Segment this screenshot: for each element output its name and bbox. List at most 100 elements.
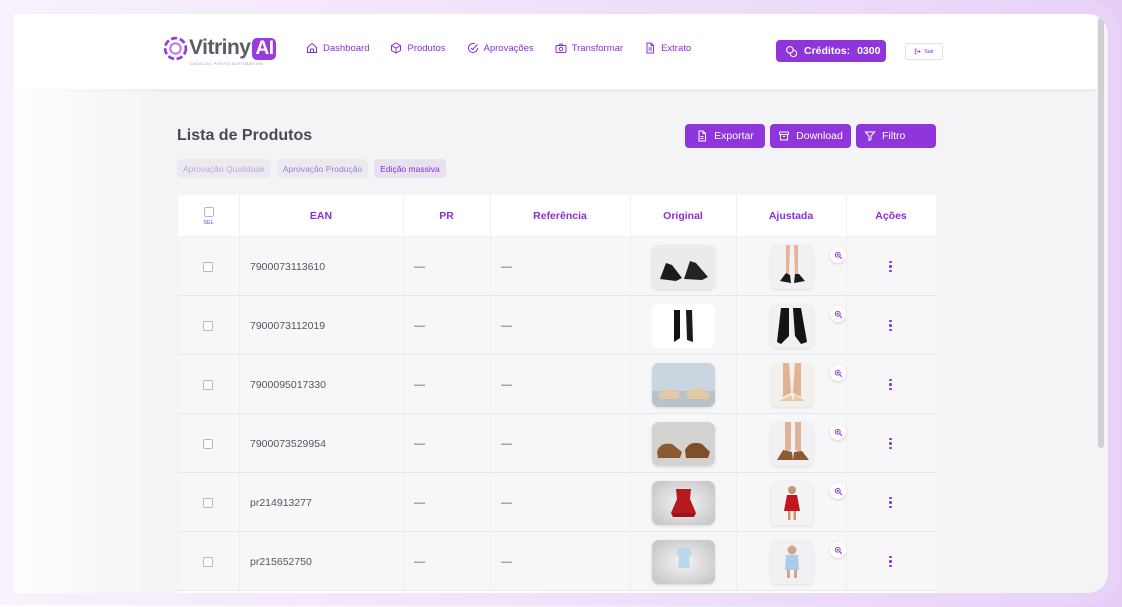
table-row[interactable]: pr214913277 — — (178, 473, 936, 532)
column-header-pr[interactable]: PR (403, 195, 490, 237)
nav-label: Transformar (571, 42, 624, 54)
original-image-cell (652, 473, 715, 532)
table-row[interactable]: 7900073112019 — — (178, 296, 936, 355)
row-checkbox[interactable] (203, 261, 213, 272)
top-header: Vitriny AI CATALOG PHOTO AUTOMATION Dashb… (14, 14, 1097, 90)
nav-item-produtos[interactable]: Produtos (390, 42, 446, 54)
adjusted-product-image[interactable] (771, 303, 813, 348)
column-header-ajustada[interactable]: Ajustada (736, 195, 846, 237)
export-button[interactable]: Exportar (685, 124, 765, 148)
logout-label: Sair (924, 48, 934, 55)
credits-badge[interactable]: Créditos: 0300 (776, 40, 886, 62)
more-options-icon[interactable] (889, 319, 892, 333)
row-checkbox[interactable] (203, 497, 213, 508)
pr-cell: — (414, 319, 425, 332)
original-product-image[interactable] (652, 362, 715, 407)
adjusted-product-image[interactable] (771, 244, 813, 289)
select-all-checkbox[interactable] (203, 206, 214, 217)
original-product-image[interactable] (652, 539, 715, 584)
nav-label: Produtos (407, 42, 446, 54)
original-image-cell (652, 532, 715, 591)
table-row[interactable]: 7900073529954 — — (178, 414, 936, 473)
original-product-image[interactable] (652, 421, 715, 466)
zoom-icon[interactable] (830, 306, 846, 322)
pr-cell: — (414, 378, 425, 391)
chip-aprovacao-producao[interactable]: Aprovação Produção (276, 159, 369, 178)
adjusted-image-cell (771, 414, 813, 473)
pr-cell: — (414, 437, 425, 450)
camera-icon (555, 43, 567, 53)
original-image-cell (652, 296, 715, 355)
column-divider (403, 195, 404, 593)
download-button[interactable]: Download (770, 124, 851, 148)
chip-aprovacao-qualidade[interactable]: Aprovação Qualidade (177, 159, 271, 178)
zoom-icon[interactable] (830, 424, 846, 440)
more-options-icon[interactable] (889, 496, 892, 510)
zoom-icon[interactable] (830, 247, 846, 263)
row-checkbox[interactable] (203, 320, 213, 331)
home-icon (307, 42, 317, 53)
archive-icon (779, 131, 790, 141)
nav-item-extrato[interactable]: Extrato (644, 42, 691, 54)
adjusted-product-image[interactable] (771, 362, 813, 407)
column-header-acoes[interactable]: Ações (846, 195, 936, 237)
column-divider (490, 195, 491, 593)
nav-label: Aprovações (483, 42, 534, 54)
filter-button[interactable]: Filtro (856, 124, 936, 148)
main-nav: Dashboard Produtos Aprovações Transforma… (306, 42, 691, 54)
reference-cell: — (501, 555, 512, 568)
zoom-icon[interactable] (830, 542, 846, 558)
table-header: SEL EAN PR Referência Original Ajustada … (178, 195, 936, 237)
check-circle-icon (467, 43, 478, 54)
ean-cell: 7900073112019 (250, 319, 326, 332)
row-actions-cell (889, 237, 892, 296)
original-product-image[interactable] (652, 244, 715, 289)
column-divider (846, 195, 847, 593)
vertical-scrollbar[interactable] (1098, 18, 1106, 588)
adjusted-product-image[interactable] (771, 421, 813, 466)
logout-icon (914, 48, 921, 55)
table-row[interactable]: 7900073113610 — — (178, 237, 936, 296)
column-header-original[interactable]: Original (630, 195, 736, 237)
original-product-image[interactable] (652, 303, 715, 348)
table-row[interactable]: 7900095017330 — — (178, 355, 936, 414)
more-options-icon[interactable] (889, 555, 892, 569)
brand-name: Vitriny AI (189, 36, 277, 60)
zoom-icon[interactable] (830, 365, 846, 381)
adjusted-product-image[interactable] (771, 480, 813, 525)
zoom-icon[interactable] (830, 483, 846, 499)
row-actions-cell (889, 296, 892, 355)
row-checkbox[interactable] (203, 438, 213, 449)
row-checkbox[interactable] (203, 379, 213, 390)
nav-label: Dashboard (323, 42, 370, 54)
nav-item-aprovacoes[interactable]: Aprovações (467, 42, 534, 54)
select-all-header: SEL (178, 195, 239, 237)
adjusted-product-image[interactable] (771, 539, 813, 584)
row-select-cell (203, 355, 213, 414)
adjusted-image-cell (771, 237, 813, 296)
more-options-icon[interactable] (889, 378, 892, 392)
nav-item-dashboard[interactable]: Dashboard (306, 42, 369, 54)
chip-edicao-massiva[interactable]: Edição massiva (374, 159, 446, 178)
box-icon (391, 42, 402, 54)
adjusted-image-cell (771, 355, 813, 414)
ean-cell: pr215652750 (250, 555, 312, 568)
original-product-image[interactable] (652, 480, 715, 525)
adjusted-image-cell (771, 473, 813, 532)
row-actions-cell (889, 473, 892, 532)
column-header-referencia[interactable]: Referência (490, 195, 630, 237)
more-options-icon[interactable] (889, 260, 892, 274)
row-actions-cell (889, 414, 892, 473)
table-row[interactable]: pr215652750 — — (178, 532, 936, 591)
pr-cell: — (414, 496, 425, 509)
more-options-icon[interactable] (889, 437, 892, 451)
ean-cell: pr214913277 (250, 496, 312, 509)
row-checkbox[interactable] (203, 556, 213, 567)
column-header-ean[interactable]: EAN (239, 195, 403, 237)
scrollbar-thumb[interactable] (1098, 18, 1104, 448)
file-export-icon (698, 130, 707, 142)
page-title: Lista de Produtos (177, 127, 313, 144)
nav-item-transformar[interactable]: Transformar (555, 42, 623, 54)
ean-cell: 7900073529954 (250, 437, 326, 450)
logout-button[interactable]: Sair (905, 43, 943, 60)
